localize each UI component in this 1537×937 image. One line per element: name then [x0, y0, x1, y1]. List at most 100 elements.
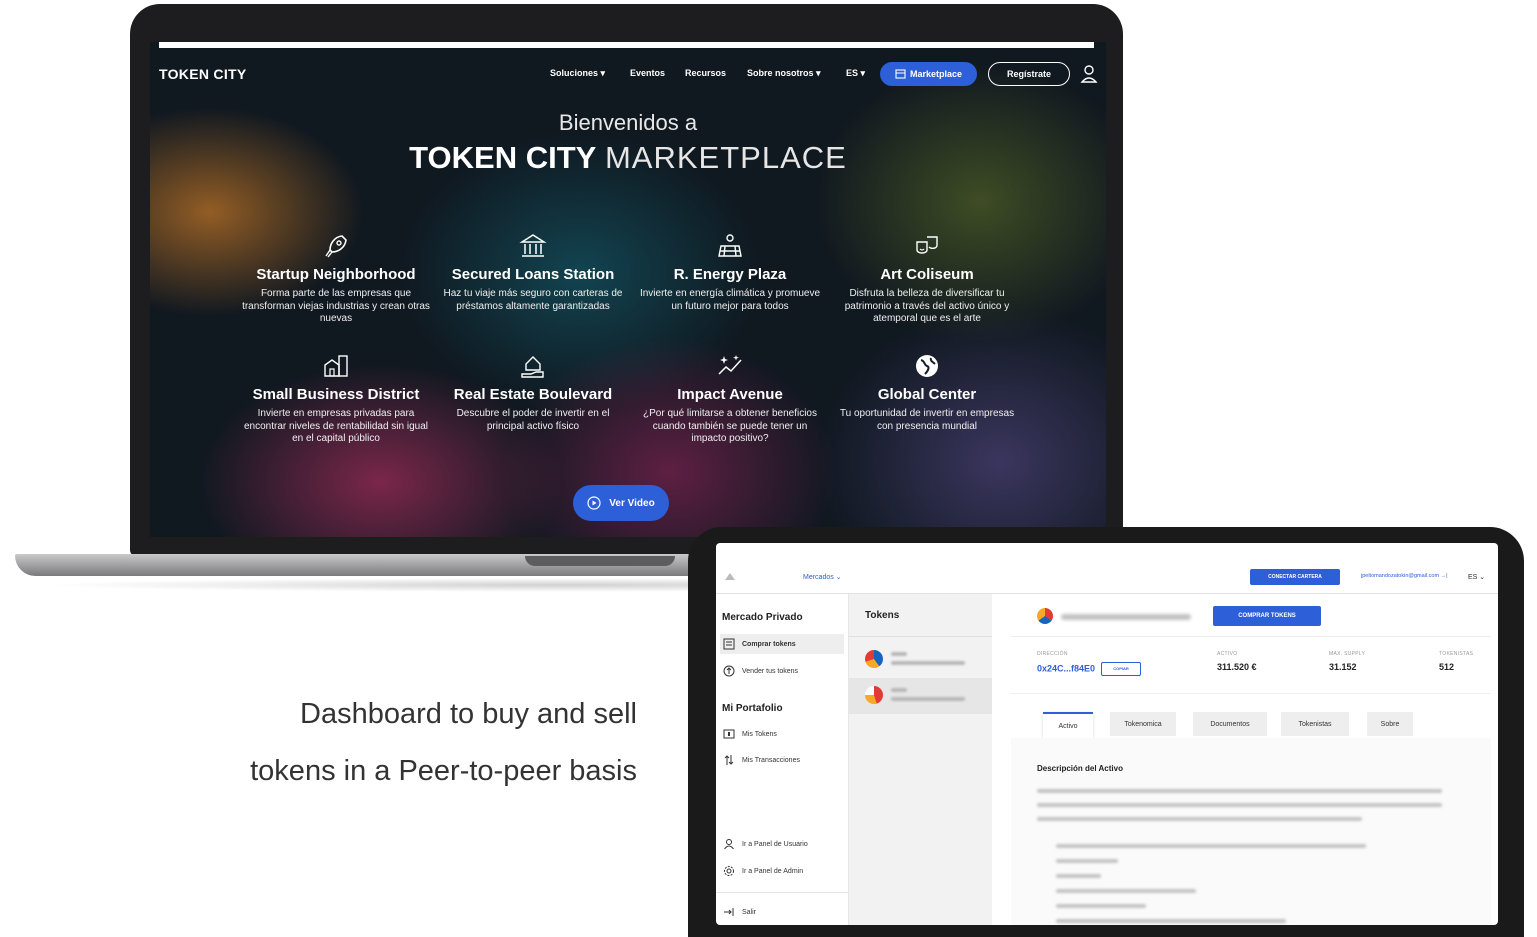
sidebar-item-label: Mis Tokens	[742, 730, 777, 738]
district-art-coliseum[interactable]: Art Coliseum Disfruta la belleza de dive…	[832, 232, 1022, 326]
dashboard-sidebar: Mercado Privado Comprar tokens Vender tu…	[716, 594, 849, 925]
blurred-text	[891, 688, 907, 692]
stat-max-supply: MAX. SUPPLY 31.152	[1329, 651, 1365, 672]
tab-tokenistas[interactable]: Tokenistas	[1281, 712, 1349, 736]
sidebar-item-label: Mis Transacciones	[742, 756, 800, 764]
tablet-screen: Mercados ⌄ CONECTAR CARTERA jpeltomandoz…	[716, 543, 1498, 925]
blurred-text	[891, 652, 907, 656]
house-hand-icon	[521, 356, 544, 378]
district-startup-neighborhood[interactable]: Startup Neighborhood Forma parte de las …	[241, 232, 431, 326]
sidebar-item-my-transactions[interactable]: Mis Transacciones	[720, 750, 844, 770]
blurred-text	[1056, 889, 1196, 893]
sidebar-item-admin-panel[interactable]: Ir a Panel de Admin	[720, 861, 844, 881]
district-title: Small Business District	[252, 386, 420, 403]
welcome-text: Bienvenidos a	[558, 110, 698, 135]
sidebar-item-label: Vender tus tokens	[742, 667, 799, 675]
district-secured-loans-station[interactable]: Secured Loans Station Haz tu viaje más s…	[438, 232, 628, 313]
sidebar-section-private-market: Mercado Privado	[722, 612, 803, 623]
district-real-estate-boulevard[interactable]: Real Estate Boulevard Descubre el poder …	[438, 352, 628, 433]
caption-line-2: tokens in a Peer-to-peer basis	[250, 755, 637, 787]
user-email[interactable]: jpeltomandozatokin@gmail.com →|	[1361, 573, 1448, 579]
blurred-text	[1037, 817, 1362, 821]
stat-label: MAX. SUPPLY	[1329, 651, 1366, 657]
markets-dropdown[interactable]: Mercados ⌄	[803, 573, 842, 581]
nav-recursos[interactable]: Recursos	[685, 68, 726, 78]
transfer-arrows-icon	[724, 755, 734, 765]
play-circle-icon	[587, 496, 601, 510]
sidebar-item-sell-tokens[interactable]: Vender tus tokens	[720, 661, 844, 681]
district-description: Invierte en empresas privadas para encon…	[243, 408, 428, 444]
district-r-energy-plaza[interactable]: R. Energy Plaza Invierte en energía clim…	[635, 232, 825, 313]
blurred-text	[1056, 859, 1118, 863]
language-selector[interactable]: ES ⌄	[1468, 573, 1485, 581]
district-description: Descubre el poder de invertir en el prin…	[456, 408, 610, 432]
blurred-text	[891, 697, 965, 701]
district-title: Real Estate Boulevard	[453, 386, 613, 403]
token-list-item[interactable]	[849, 642, 992, 678]
sidebar-item-my-tokens[interactable]: Mis Tokens	[720, 724, 844, 744]
cart-icon	[723, 638, 735, 650]
stat-asset: ACTIVO 311.520 €	[1217, 651, 1257, 672]
register-button[interactable]: Regístrate	[988, 62, 1070, 86]
browser-top-bar	[159, 42, 1094, 48]
nav-eventos[interactable]: Eventos	[630, 68, 665, 78]
stat-value: 0x24C...f84E0 COPIAR	[1037, 662, 1142, 676]
tokens-list-title: Tokens	[865, 610, 900, 621]
sidebar-item-buy-tokens[interactable]: Comprar tokens	[720, 634, 844, 654]
tab-activo[interactable]: Activo	[1043, 712, 1093, 738]
tokens-list-panel: Tokens	[849, 594, 992, 925]
asset-stats: DIRECCIÓN 0x24C...f84E0 COPIAR ACTIVO 311…	[1011, 636, 1491, 694]
connect-wallet-button[interactable]: CONECTAR CARTERA	[1250, 569, 1340, 585]
wallet-icon	[723, 729, 735, 739]
caption: Dashboard to buy and sell tokens in a Pe…	[250, 686, 637, 800]
tab-documentos[interactable]: Documentos	[1193, 712, 1267, 736]
sparkle-chart-icon	[718, 355, 742, 375]
laptop-notch	[525, 556, 675, 566]
sidebar-item-logout[interactable]: Salir	[720, 902, 844, 922]
token-logo	[865, 650, 883, 668]
rocket-icon	[325, 235, 347, 258]
stat-value: 31.152	[1329, 662, 1357, 672]
marketplace-button[interactable]: Marketplace	[880, 62, 977, 86]
watch-video-button[interactable]: Ver Video	[573, 485, 669, 521]
copy-address-button[interactable]: COPIAR	[1101, 662, 1142, 676]
sidebar-divider	[716, 892, 848, 893]
token-list-item[interactable]	[849, 678, 992, 714]
district-title: Startup Neighborhood	[256, 266, 416, 283]
buy-tokens-button[interactable]: COMPRAR TOKENS	[1213, 606, 1321, 626]
sidebar-item-label: Comprar tokens	[742, 640, 796, 648]
district-title: Secured Loans Station	[451, 266, 615, 283]
district-global-center[interactable]: Global Center Tu oportunidad de invertir…	[832, 352, 1022, 433]
district-impact-avenue[interactable]: Impact Avenue ¿Por qué limitarse a obten…	[635, 352, 825, 446]
sidebar-item-user-panel[interactable]: Ir a Panel de Usuario	[720, 834, 844, 854]
solar-panel-icon	[718, 234, 742, 257]
user-icon[interactable]	[1080, 64, 1098, 84]
sidebar-item-label: Ir a Panel de Usuario	[742, 840, 808, 848]
nav-sobre-nosotros[interactable]: Sobre nosotros ▾	[747, 68, 821, 79]
blurred-text	[1056, 919, 1286, 923]
district-title: R. Energy Plaza	[673, 266, 787, 283]
tab-sobre[interactable]: Sobre	[1367, 712, 1413, 736]
district-description: Disfruta la belleza de diversificar tu p…	[844, 288, 1010, 324]
tab-tokenomica[interactable]: Tokenomica	[1110, 712, 1176, 736]
district-title: Global Center	[877, 386, 977, 403]
district-description: Invierte en energía climática y promueve…	[639, 288, 821, 312]
blurred-text	[1056, 904, 1146, 908]
marketplace-headline: TOKEN CITY MARKETPLACE	[409, 140, 847, 175]
sidebar-item-label: Salir	[742, 908, 757, 916]
token-city-logo[interactable]: TOKEN CITY	[159, 66, 247, 82]
tokens-divider	[849, 636, 992, 637]
asset-logo	[1037, 608, 1053, 624]
laptop-screen: TOKEN CITY Soluciones ▾ Eventos Recursos…	[150, 42, 1106, 537]
blurred-text	[891, 661, 965, 665]
district-small-business-district[interactable]: Small Business District Invierte en empr…	[241, 352, 431, 446]
blurred-text	[1056, 874, 1101, 878]
nav-language[interactable]: ES ▾	[846, 68, 865, 79]
nav-soluciones[interactable]: Soluciones ▾	[550, 68, 605, 79]
asset-description-title: Descripción del Activo	[1037, 764, 1123, 773]
logout-icon	[724, 908, 734, 916]
stat-address: DIRECCIÓN 0x24C...f84E0 COPIAR	[1037, 651, 1142, 676]
app-logo-icon[interactable]	[724, 571, 736, 581]
stat-value: 512	[1439, 662, 1455, 672]
district-description: Forma parte de las empresas que transfor…	[242, 288, 430, 324]
